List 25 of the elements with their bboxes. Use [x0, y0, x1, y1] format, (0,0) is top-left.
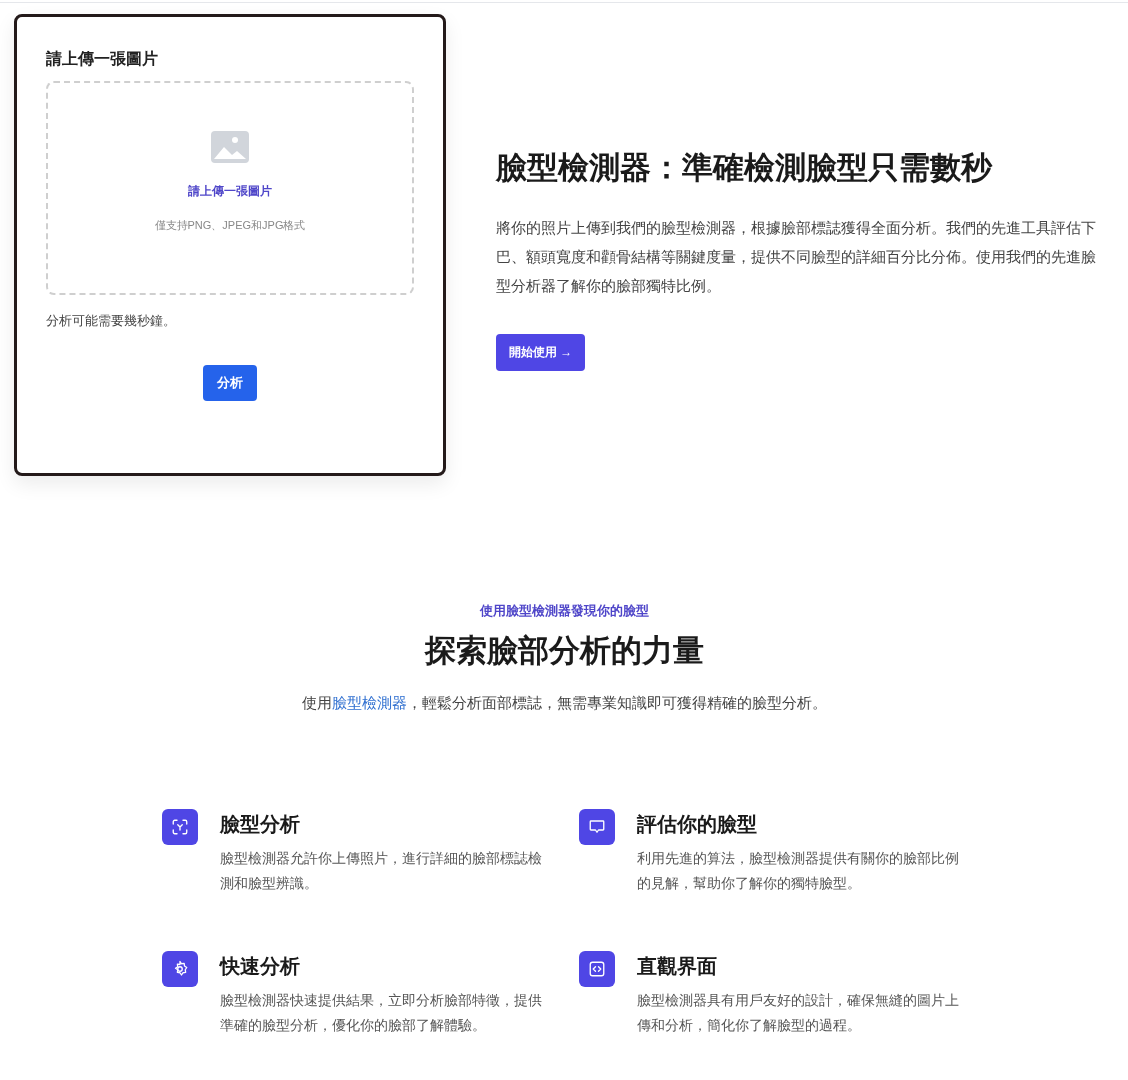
feature-description: 臉型檢測器具有用戶友好的設計，確保無縫的圖片上傳和分析，簡化你了解臉型的過程。	[636, 991, 960, 1035]
feature-description: 臉型檢測器允許你上傳照片，進行詳細的臉部標誌檢測和臉型辨識。	[219, 849, 543, 893]
chat-bubble-icon	[578, 809, 615, 845]
get-started-button[interactable]: 開始使用 →	[496, 334, 586, 371]
code-icon	[578, 951, 615, 987]
scan-icon	[161, 809, 198, 845]
image-icon	[211, 131, 249, 163]
feature-description: 利用先進的算法，臉型檢測器提供有關你的臉部比例的見解，幫助你了解你的獨特臉型。	[636, 849, 960, 893]
feature-title: 快速分析	[219, 954, 301, 979]
supported-formats: 僅支持PNG、JPEG和JPG格式	[154, 218, 306, 233]
detector-link[interactable]: 臉型檢測器	[331, 694, 407, 711]
hero-title: 臉型檢測器：準確檢測臉型只需數秒	[496, 149, 994, 187]
hero-description: 將你的照片上傳到我們的臉型檢測器，根據臉部標誌獲得全面分析。我們的先進工具評估下巴、額頭寬度和顴骨結構等關鍵度量，提供不同臉型的詳細百分比分佈。使用我們的先進臉型分析器了解你的臉部獨特比例。	[496, 218, 1097, 296]
feature-title: 評估你的臉型	[636, 812, 758, 837]
section-title: 探索臉部分析的力量	[424, 632, 704, 670]
feature-description: 臉型檢測器快速提供結果，立即分析臉部特徵，提供準確的臉型分析，優化你的臉部了解體驗。	[219, 991, 543, 1035]
upload-heading: 請上傳一張圖片	[46, 49, 159, 69]
feature-title: 臉型分析	[219, 812, 301, 837]
section-eyebrow: 使用臉型檢測器發現你的臉型	[479, 602, 649, 620]
section-intro: 使用臉型檢測器，輕鬆分析面部標誌，無需專業知識即可獲得精確的臉型分析。	[301, 694, 827, 713]
analysis-note: 分析可能需要幾秒鐘。	[46, 312, 177, 330]
analyze-button[interactable]: 分析	[203, 365, 257, 401]
upload-dropzone[interactable]: 請上傳一張圖片 僅支持PNG、JPEG和JPG格式	[46, 81, 414, 295]
feature-title: 直觀界面	[636, 954, 718, 979]
upload-prompt: 請上傳一張圖片	[188, 183, 272, 200]
